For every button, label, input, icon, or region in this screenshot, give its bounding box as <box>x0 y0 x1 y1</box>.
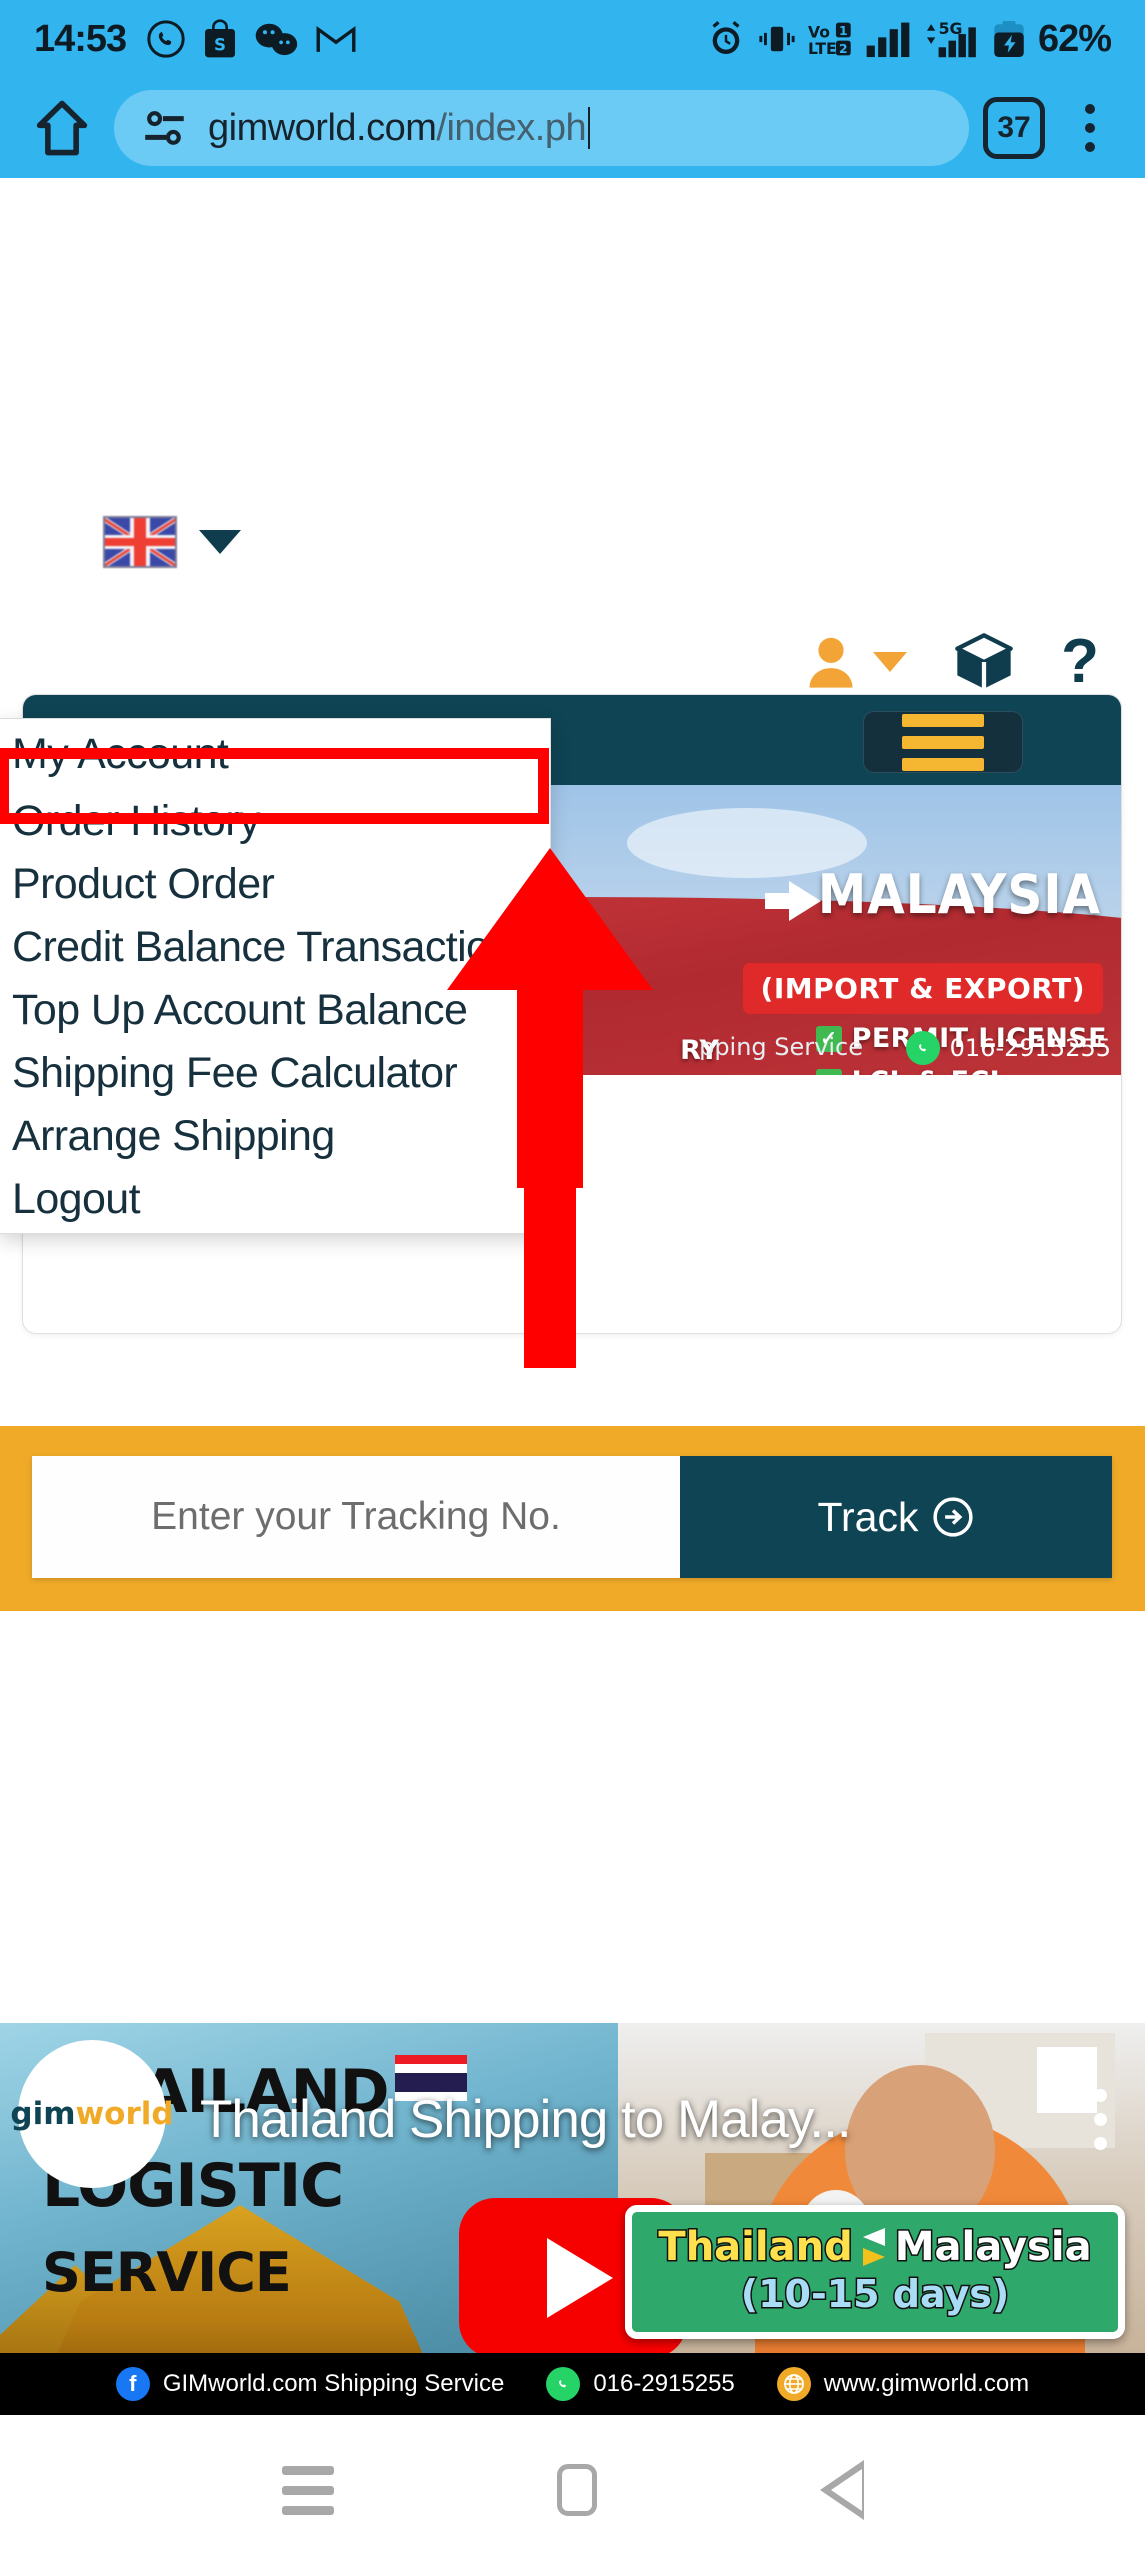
shopee-icon: S <box>205 19 236 58</box>
whatsapp-icon <box>147 20 185 58</box>
svg-text:Vo: Vo <box>808 23 830 41</box>
android-navigation-bar <box>0 2420 1145 2560</box>
box-3d-icon[interactable] <box>951 630 1017 694</box>
swap-arrows-icon <box>862 2228 885 2266</box>
contact-label: GIMworld.com Shipping Service <box>162 2370 505 2397</box>
signal-bars-icon <box>866 22 910 58</box>
track-button-label: Track <box>817 1493 919 1540</box>
menu-item-my-account[interactable]: My Account <box>0 719 550 790</box>
whatsapp-icon <box>546 2367 581 2401</box>
header-icon-row: ? <box>805 630 1099 694</box>
arrow-circle-right-icon <box>933 1497 974 1537</box>
text-caret <box>588 107 591 149</box>
status-system-icons: Vo LTE 1 2 5G 62% <box>706 17 1112 61</box>
svg-text:1: 1 <box>839 24 848 38</box>
arrow-right-icon-tail <box>765 893 791 909</box>
browser-toolbar: gimworld.com/index.ph 37 <box>0 78 1145 178</box>
alarm-icon <box>712 21 740 54</box>
address-bar[interactable]: gimworld.com/index.ph <box>114 90 969 166</box>
hamburger-menu-icon[interactable] <box>863 711 1023 773</box>
contact-item-facebook: f GIMworld.com Shipping Service <box>115 2367 505 2401</box>
url-text[interactable]: gimworld.com/index.ph <box>208 106 587 150</box>
route-to: Malaysia <box>893 2223 1093 2272</box>
status-notification-icons: S <box>146 19 357 59</box>
channel-avatar[interactable]: gimworld <box>10 2040 174 2188</box>
globe-icon <box>776 2367 811 2401</box>
video-kebab-menu-icon[interactable] <box>1094 2089 1107 2150</box>
volte-icon: VoLTE1 2 <box>808 22 851 58</box>
avatar-text-gim: gim <box>10 2096 76 2132</box>
svg-text:S: S <box>214 36 226 55</box>
whatsapp-icon <box>905 1031 940 1065</box>
check-icon: ✓ <box>815 1068 842 1075</box>
account-menu-button[interactable] <box>805 634 908 690</box>
wechat-icon <box>255 23 298 56</box>
svg-text:2: 2 <box>839 42 848 56</box>
banner-whatsapp-contact: 016-2915255 <box>905 1031 1111 1065</box>
youtube-video-embed[interactable]: THAILAND LOGISTIC SERVICE gimworld Thail… <box>0 2023 1145 2415</box>
battery-percent: 62% <box>1037 17 1112 60</box>
banner-tag: (IMPORT & EXPORT) <box>742 963 1103 1014</box>
language-selector[interactable] <box>103 516 241 568</box>
contact-item-website: www.gimworld.com <box>776 2367 1030 2401</box>
banner-service-text: pping Service <box>699 1033 863 1061</box>
status-time: 14:53 <box>34 17 127 60</box>
tab-switcher-button[interactable]: 37 <box>983 97 1045 159</box>
signal-5g-icon: 5G <box>926 19 976 58</box>
facebook-icon: f <box>115 2367 150 2401</box>
site-header <box>0 178 1145 348</box>
tracking-form: Track <box>32 1456 1112 1578</box>
menu-item-top-up-account-balance[interactable]: Top Up Account Balance <box>0 979 550 1042</box>
tracking-number-input[interactable] <box>32 1456 680 1578</box>
banner-destination: MALAYSIA <box>817 863 1101 926</box>
menu-item-shipping-fee-calculator[interactable]: Shipping Fee Calculator <box>0 1042 550 1105</box>
banner-whatsapp-number: 016-2915255 <box>949 1034 1111 1062</box>
account-dropdown-menu: My Account Order History Product Order C… <box>0 718 551 1234</box>
avatar-text-world: world <box>75 2096 174 2132</box>
battery-charging-icon <box>994 21 1024 57</box>
url-domain: gimworld.com <box>208 106 437 149</box>
tracking-section: Track <box>0 1426 1145 1611</box>
menu-item-logout[interactable]: Logout <box>0 1168 550 1231</box>
home-icon[interactable] <box>26 92 98 164</box>
video-contact-bar: f GIMworld.com Shipping Service 016-2915… <box>0 2353 1145 2415</box>
route-from: Thailand <box>657 2223 854 2272</box>
gmail-icon <box>316 25 356 52</box>
uk-flag-icon <box>103 516 177 568</box>
home-square-icon[interactable] <box>556 2464 597 2516</box>
chevron-down-icon[interactable] <box>199 530 241 554</box>
menu-item-arrange-shipping[interactable]: Arrange Shipping <box>0 1105 550 1168</box>
banner-feature-label: LCL & FCL <box>852 1066 1008 1075</box>
track-button[interactable]: Track <box>680 1456 1112 1578</box>
menu-item-order-history[interactable]: Order History <box>0 790 550 853</box>
svg-text:LTE: LTE <box>808 40 837 58</box>
url-path: /index.ph <box>436 106 587 149</box>
android-status-bar: 14:53 S Vo LTE 1 2 5G 62% <box>0 0 1145 78</box>
contact-label: www.gimworld.com <box>823 2370 1030 2397</box>
recents-icon[interactable] <box>281 2465 334 2515</box>
banner-feature-item: ✓ LCL & FCL <box>815 1066 1107 1075</box>
back-triangle-icon[interactable] <box>819 2460 864 2520</box>
video-title[interactable]: Thailand Shipping to Malay... <box>200 2089 852 2150</box>
contact-item-whatsapp: 016-2915255 <box>546 2367 735 2401</box>
kebab-menu-icon[interactable] <box>1061 104 1119 152</box>
route-badge: Thailand Malaysia (10-15 days) <box>625 2205 1125 2339</box>
tune-icon[interactable] <box>140 103 190 153</box>
menu-item-credit-balance-transactions[interactable]: Credit Balance Transactions <box>0 916 550 979</box>
contact-label: 016-2915255 <box>593 2370 735 2397</box>
menu-item-product-order[interactable]: Product Order <box>0 853 550 916</box>
arrow-right-icon <box>789 881 821 921</box>
vibrate-icon <box>759 26 795 52</box>
question-mark-icon[interactable]: ? <box>1061 631 1099 693</box>
chevron-down-icon[interactable] <box>873 652 908 672</box>
route-duration: (10-15 days) <box>739 2271 1011 2318</box>
web-page-viewport: ? MALAYSIA (IMPORT & EXPORT) RY ✓ PERMIT… <box>0 178 1145 2420</box>
user-icon[interactable] <box>805 634 857 690</box>
thumbnail-line-3: SERVICE <box>42 2241 292 2304</box>
